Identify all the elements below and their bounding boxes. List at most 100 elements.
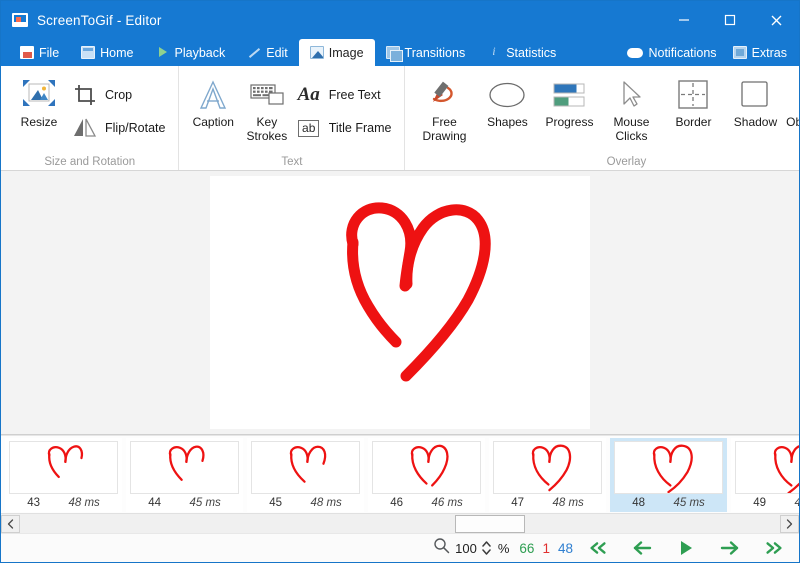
frame-index: 43 (27, 497, 41, 509)
magnifier-icon[interactable] (433, 537, 450, 559)
frame-meta: 47 48 ms (489, 494, 606, 512)
frame-meta: 49 47 ms (731, 494, 799, 512)
status-bar: 100 % 66 1 48 (1, 533, 799, 562)
image-icon (309, 46, 324, 59)
mouse-clicks-button[interactable]: Mouse Clicks (600, 74, 662, 143)
shadow-square-icon (739, 78, 771, 112)
progress-label: Progress (545, 115, 594, 129)
frame-thumbnail (9, 441, 118, 494)
frame-thumbnail (372, 441, 481, 494)
file-save-icon (20, 46, 34, 59)
close-button[interactable] (753, 1, 799, 39)
preview-canvas-area[interactable] (1, 171, 799, 435)
tab-label: Transitions (404, 45, 466, 60)
tab-transitions[interactable]: Transitions (375, 39, 477, 66)
frame-meta: 45 48 ms (247, 494, 364, 512)
group-label-overlay: Overlay (606, 156, 647, 168)
progress-button[interactable]: Progress (538, 74, 600, 129)
filmstrip-scrollbar[interactable] (1, 513, 799, 533)
tab-label: File (39, 45, 60, 60)
tab-edit[interactable]: Edit (236, 39, 299, 66)
list-item[interactable]: 43 48 ms (5, 438, 122, 512)
border-button[interactable]: Border (662, 74, 724, 129)
tab-playback[interactable]: Playback (145, 39, 237, 66)
flip-rotate-label: Flip/Rotate (105, 121, 166, 135)
frame-index: 46 (390, 497, 404, 509)
notification-bar-icon (627, 47, 644, 58)
tab-home[interactable]: Home (70, 39, 144, 66)
free-drawing-button[interactable]: Free Drawing (412, 74, 476, 143)
tab-statistics[interactable]: Statistics (476, 39, 567, 66)
frame-preview[interactable] (210, 176, 590, 429)
frame-delay: 46 ms (431, 497, 463, 509)
ribbon-group-size-and-rotation: Resize Crop Flip/Rotate Size and Rotatio… (1, 66, 178, 170)
frame-thumbnail (735, 441, 799, 494)
home-icon (81, 46, 96, 59)
list-item-selected[interactable]: 48 45 ms (610, 438, 727, 512)
pencil-icon (247, 46, 261, 59)
minimize-button[interactable] (661, 1, 707, 39)
free-text-button[interactable]: Aa Free Text (294, 81, 398, 109)
list-item[interactable]: 49 47 ms (731, 438, 799, 512)
chevron-up-icon (482, 541, 491, 547)
selection-count: 1 (542, 540, 550, 556)
list-item[interactable]: 46 46 ms (368, 438, 485, 512)
frame-thumbnail (614, 441, 723, 494)
text-small-buttons: Aa Free Text ab Title Frame (294, 74, 398, 142)
resize-button[interactable]: Resize (8, 74, 70, 129)
frame-meta: 44 45 ms (126, 494, 243, 512)
border-label: Border (675, 115, 712, 129)
frame-index: 44 (148, 497, 162, 509)
notifications-button[interactable]: Notifications (621, 39, 722, 66)
scrollbar-thumb[interactable] (455, 514, 525, 533)
play-triangle-icon[interactable] (675, 538, 697, 558)
scrollbar-track[interactable] (20, 514, 780, 533)
paintbrush-icon (427, 78, 461, 112)
arrow-right-icon[interactable] (719, 538, 741, 558)
list-item[interactable]: 45 48 ms (247, 438, 364, 512)
key-strokes-label: Key Strokes (246, 115, 288, 143)
mouse-clicks-label: Mouse Clicks (613, 115, 650, 143)
ellipse-icon (487, 78, 527, 112)
frame-index: 45 (269, 497, 283, 509)
zoom-value[interactable]: 100 (455, 541, 477, 556)
skip-last-icon[interactable] (763, 538, 785, 558)
tab-image[interactable]: Image (298, 39, 375, 66)
keyboard-icon (250, 78, 284, 112)
resize-label: Resize (20, 115, 58, 129)
shapes-button[interactable]: Shapes (476, 74, 538, 129)
crop-button[interactable]: Crop (70, 81, 171, 109)
list-item[interactable]: 44 45 ms (126, 438, 243, 512)
tab-file[interactable]: File (9, 39, 70, 66)
crop-icon (72, 83, 98, 107)
shapes-label: Shapes (487, 115, 528, 129)
maximize-button[interactable] (707, 1, 753, 39)
caption-button[interactable]: Caption (186, 74, 240, 129)
title-frame-label: Title Frame (328, 121, 392, 135)
frame-index: 49 (753, 497, 767, 509)
tab-label: Home (100, 45, 134, 60)
chevron-right-icon[interactable] (780, 514, 799, 533)
chevron-left-icon[interactable] (1, 514, 20, 533)
shadow-button[interactable]: Shadow (724, 74, 786, 129)
frame-delay: 47 ms (794, 497, 799, 509)
obfuscate-button[interactable]: Obfuscate (786, 74, 799, 129)
frame-index: 48 (632, 497, 646, 509)
zoom-unit: % (497, 540, 510, 556)
free-text-icon: Aa (297, 84, 320, 105)
key-strokes-button[interactable]: Key Strokes (240, 74, 294, 143)
flip-rotate-button[interactable]: Flip/Rotate (70, 114, 171, 142)
title-frame-button[interactable]: ab Title Frame (294, 114, 398, 142)
quantity-stepper[interactable] (482, 541, 491, 555)
list-item[interactable]: 47 48 ms (489, 438, 606, 512)
extras-button[interactable]: Extras (727, 39, 793, 66)
frame-list[interactable]: 43 48 ms 44 45 ms 45 48 ms 46 46 ms 47 4… (1, 435, 799, 513)
zoom-control[interactable]: 100 % (433, 537, 509, 559)
frame-meta: 48 45 ms (610, 494, 727, 512)
skip-first-icon[interactable] (587, 538, 609, 558)
current-frame-index: 48 (557, 540, 573, 556)
chevron-down-icon (482, 549, 491, 555)
frame-thumbnail (251, 441, 360, 494)
arrow-left-icon[interactable] (631, 538, 653, 558)
extras-icon (732, 46, 747, 59)
